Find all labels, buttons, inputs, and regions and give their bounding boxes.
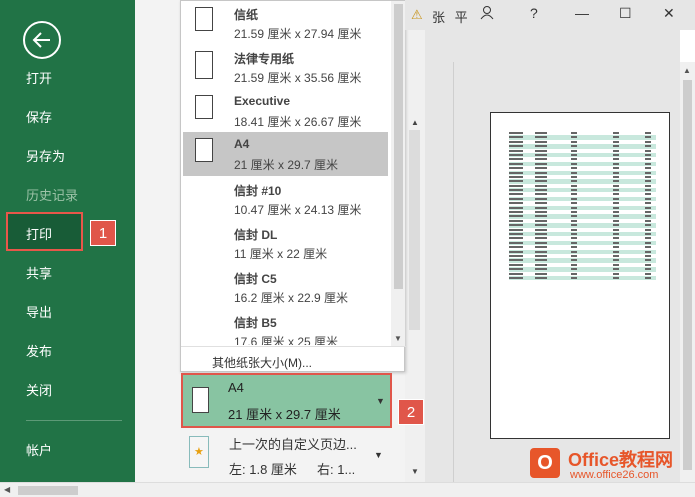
paper-name: A4 xyxy=(234,137,250,151)
back-arrow-icon xyxy=(32,32,50,48)
title-bar: ⚠ 张 平 ? — ☐ ✕ xyxy=(405,0,695,30)
paper-dimensions: 21.59 厘米 x 35.56 厘米 xyxy=(234,71,362,85)
account-icon[interactable] xyxy=(480,5,494,23)
preview-divider xyxy=(453,62,454,482)
nav-export[interactable]: 导出 xyxy=(26,302,52,321)
scroll-up-icon[interactable]: ▲ xyxy=(683,66,691,75)
nav-print-label: 打印 xyxy=(26,227,53,242)
preview-sheet-content xyxy=(509,131,656,281)
margins-name: 上一次的自定义页边... xyxy=(229,437,357,452)
preview-page xyxy=(490,112,670,439)
paper-icon xyxy=(195,95,213,119)
step-badge-2: 2 xyxy=(398,399,424,425)
dropdown-arrow-icon: ▼ xyxy=(376,396,385,406)
nav-divider xyxy=(26,420,122,421)
paper-name: 信纸 xyxy=(234,8,259,22)
paper-option-envelope-c5[interactable]: 信封 C5 16.2 厘米 x 22.9 厘米 xyxy=(183,265,388,309)
paper-icon xyxy=(195,138,213,162)
restore-button[interactable]: ☐ xyxy=(619,5,632,22)
dropdown-scrollbar[interactable]: ▼ xyxy=(391,1,405,346)
paper-option-envelope-10[interactable]: 信封 #10 10.47 厘米 x 24.13 厘米 xyxy=(183,177,388,221)
scroll-thumb[interactable] xyxy=(683,80,692,470)
paper-dimensions: 21.59 厘米 x 27.94 厘米 xyxy=(234,27,362,41)
paper-size-selector[interactable]: A4 21 厘米 x 29.7 厘米 ▼ xyxy=(181,373,392,428)
dropdown-arrow-icon: ▼ xyxy=(374,450,383,460)
paper-name: Executive xyxy=(234,94,291,108)
paper-dimensions: 11 厘米 x 22 厘米 xyxy=(234,247,328,261)
scroll-down-icon[interactable]: ▼ xyxy=(411,467,419,476)
paper-name: 信封 B5 xyxy=(234,316,277,330)
preview-vertical-scrollbar[interactable]: ▲ xyxy=(680,62,695,482)
nav-save[interactable]: 保存 xyxy=(26,107,52,126)
paper-icon xyxy=(192,387,209,413)
nav-print[interactable]: 打印 xyxy=(6,212,83,251)
paper-name: 信封 #10 xyxy=(234,184,282,198)
custom-margins-icon: ★ xyxy=(189,436,209,468)
margin-right-value: 右: 1... xyxy=(317,462,356,477)
back-button[interactable] xyxy=(23,21,61,59)
nav-save-as[interactable]: 另存为 xyxy=(26,146,65,165)
nav-share[interactable]: 共享 xyxy=(26,263,52,282)
nav-publish[interactable]: 发布 xyxy=(26,341,52,360)
more-paper-sizes-label: 其他纸张大小(M)... xyxy=(212,356,312,370)
scroll-left-icon[interactable]: ◀ xyxy=(4,485,10,494)
more-paper-sizes-link[interactable]: 其他纸张大小(M)... xyxy=(181,346,406,372)
nav-account[interactable]: 帐户 xyxy=(26,440,52,459)
minimize-button[interactable]: — xyxy=(575,5,589,21)
paper-option-legal[interactable]: 法律专用纸 21.59 厘米 x 35.56 厘米 xyxy=(183,45,388,89)
selected-paper-name: A4 xyxy=(228,380,244,395)
paper-dimensions: 18.41 厘米 x 26.67 厘米 xyxy=(234,115,362,129)
nav-history: 历史记录 xyxy=(26,188,79,203)
dropdown-scroll-down-icon[interactable]: ▼ xyxy=(394,334,402,343)
warning-icon[interactable]: ⚠ xyxy=(411,7,423,23)
step-badge-1: 1 xyxy=(90,220,116,246)
scroll-thumb[interactable] xyxy=(409,130,420,330)
watermark: O Office教程网 www.office26.com xyxy=(530,446,695,486)
nav-close[interactable]: 关闭 xyxy=(26,380,52,399)
dropdown-scroll-thumb[interactable] xyxy=(394,4,403,289)
margins-selector[interactable]: ★ 上一次的自定义页边... 左: 1.8 厘米 右: 1... ▼ xyxy=(181,430,392,482)
paper-size-dropdown: 信纸 21.59 厘米 x 27.94 厘米 法律专用纸 21.59 厘米 x … xyxy=(180,0,406,372)
paper-dimensions: 16.2 厘米 x 22.9 厘米 xyxy=(234,291,349,305)
paper-option-a4[interactable]: A4 21 厘米 x 29.7 厘米 xyxy=(183,132,388,176)
paper-option-envelope-dl[interactable]: 信封 DL 11 厘米 x 22 厘米 xyxy=(183,221,388,265)
selected-paper-dimensions: 21 厘米 x 29.7 厘米 xyxy=(228,407,341,422)
paper-icon xyxy=(195,51,213,79)
preview-row xyxy=(509,275,656,281)
paper-name: 信封 DL xyxy=(234,228,278,242)
paper-dimensions: 17.6 厘米 x 25 厘米 xyxy=(234,335,339,345)
paper-option-letter[interactable]: 信纸 21.59 厘米 x 27.94 厘米 xyxy=(183,1,388,45)
user-name[interactable]: 张 平 xyxy=(432,7,471,26)
paper-name: 法律专用纸 xyxy=(234,52,295,66)
paper-dimensions: 21 厘米 x 29.7 厘米 xyxy=(234,158,339,172)
watermark-url: www.office26.com xyxy=(570,469,659,481)
paper-option-envelope-b5[interactable]: 信封 B5 17.6 厘米 x 25 厘米 xyxy=(183,309,388,345)
close-button[interactable]: ✕ xyxy=(663,5,675,22)
nav-open[interactable]: 打开 xyxy=(26,68,52,87)
scroll-thumb[interactable] xyxy=(18,486,78,495)
paper-option-executive[interactable]: Executive 18.41 厘米 x 26.67 厘米 xyxy=(183,89,388,133)
office-logo-icon: O xyxy=(530,448,560,478)
margin-left-value: 左: 1.8 厘米 xyxy=(229,462,297,477)
paper-name: 信封 C5 xyxy=(234,272,277,286)
paper-icon xyxy=(195,7,213,31)
help-button[interactable]: ? xyxy=(530,5,538,21)
scroll-up-icon[interactable]: ▲ xyxy=(411,118,419,127)
paper-dimensions: 10.47 厘米 x 24.13 厘米 xyxy=(234,203,362,217)
